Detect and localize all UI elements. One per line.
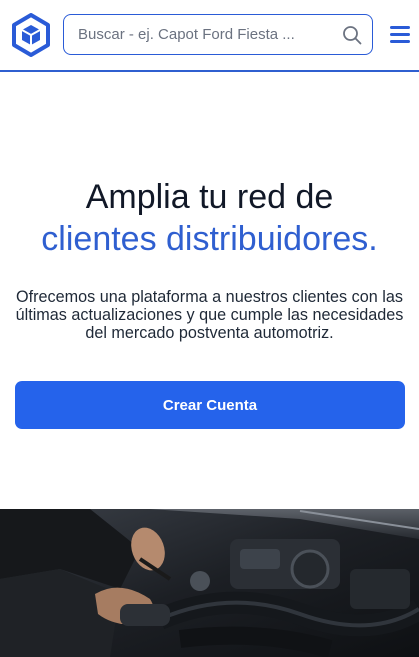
cube-logo-icon[interactable] bbox=[11, 13, 51, 57]
menu-bar bbox=[390, 40, 410, 43]
create-account-button[interactable]: Crear Cuenta bbox=[15, 381, 405, 429]
search-input[interactable] bbox=[78, 15, 330, 53]
hero-description: Ofrecemos una plataforma a nuestros clie… bbox=[15, 288, 404, 342]
search-box[interactable] bbox=[63, 14, 373, 55]
engine-mechanic-photo bbox=[0, 509, 419, 657]
search-icon[interactable] bbox=[342, 25, 362, 45]
hamburger-menu-icon[interactable] bbox=[390, 26, 410, 44]
hero-section: Amplia tu red de clientes distribuidores… bbox=[0, 72, 419, 509]
menu-bar bbox=[390, 33, 410, 36]
menu-bar bbox=[390, 26, 410, 29]
hero-title-accent: clientes distribuidores. bbox=[41, 220, 378, 258]
engine-photo-illustration bbox=[0, 509, 419, 657]
hero-title-line1: Amplia tu red de bbox=[85, 178, 334, 216]
top-header bbox=[0, 0, 419, 72]
hero-title: Amplia tu red de clientes distribuidores… bbox=[0, 176, 419, 260]
